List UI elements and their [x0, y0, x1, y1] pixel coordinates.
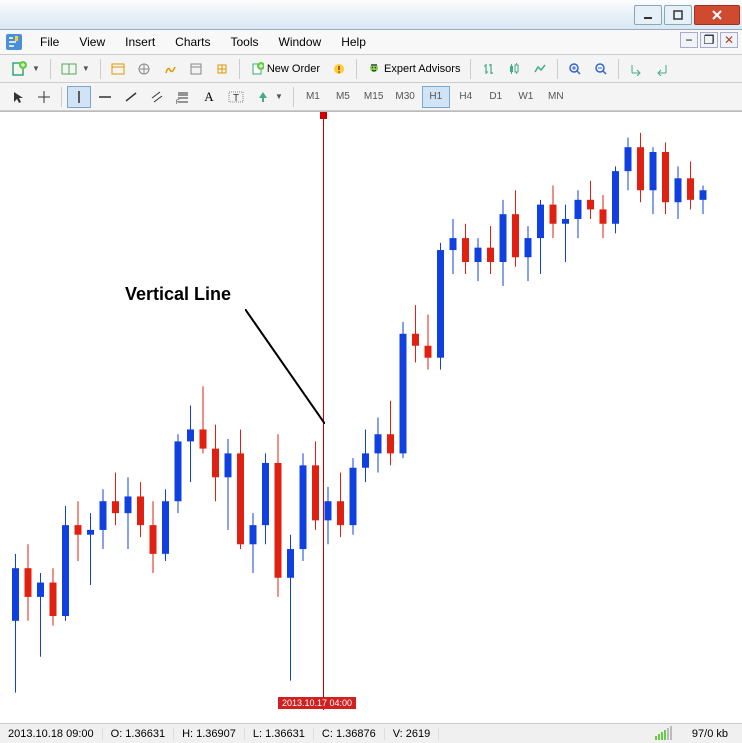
window-maximize-button[interactable]	[664, 5, 692, 25]
market-watch-button[interactable]	[106, 58, 130, 80]
equidistant-channel-button[interactable]	[145, 86, 169, 108]
vertical-line-object[interactable]	[323, 112, 324, 710]
navigator-button[interactable]	[132, 58, 156, 80]
strategy-tester-button[interactable]	[210, 58, 234, 80]
new-order-button[interactable]: New Order	[245, 58, 325, 80]
menu-window[interactable]: Window	[269, 33, 332, 51]
menu-charts[interactable]: Charts	[165, 33, 220, 51]
mdi-controls: − ❐ ✕	[680, 32, 738, 48]
menu-view[interactable]: View	[69, 33, 115, 51]
status-close: C: 1.36876	[314, 728, 385, 740]
toolbar-drawing: F A T ▼ M1 M5 M15 M30 H1 H4 D1 W1 MN	[0, 83, 742, 111]
annotation-text: Vertical Line	[125, 284, 231, 305]
status-high: H: 1.36907	[174, 728, 245, 740]
menu-insert[interactable]: Insert	[115, 33, 165, 51]
crosshair-button[interactable]	[32, 86, 56, 108]
connection-bars-icon	[655, 726, 672, 740]
vertical-line-date-label: 2013.10.17 04:00	[278, 697, 356, 709]
timeframe-d1-button[interactable]: D1	[482, 86, 510, 108]
app-icon	[4, 32, 24, 52]
expert-advisors-label: Expert Advisors	[384, 63, 460, 75]
zoom-out-button[interactable]	[589, 58, 613, 80]
status-low: L: 1.36631	[245, 728, 314, 740]
menu-bar: File View Insert Charts Tools Window Hel…	[0, 30, 742, 55]
menu-tools[interactable]: Tools	[221, 33, 269, 51]
timeframe-m30-button[interactable]: M30	[390, 86, 419, 108]
data-window-button[interactable]	[158, 58, 182, 80]
mdi-restore-button[interactable]: ❐	[700, 32, 718, 48]
timeframe-m15-button[interactable]: M15	[359, 86, 388, 108]
line-chart-button[interactable]	[528, 58, 552, 80]
mdi-close-button[interactable]: ✕	[720, 32, 738, 48]
status-open: O: 1.36631	[103, 728, 174, 740]
status-bar: 2013.10.18 09:00 O: 1.36631 H: 1.36907 L…	[0, 723, 742, 743]
trendline-button[interactable]	[119, 86, 143, 108]
toolbar-main: ▼ ▼ New Order Expert Advisors	[0, 55, 742, 83]
metaquotes-button[interactable]	[327, 58, 351, 80]
horizontal-line-button[interactable]	[93, 86, 117, 108]
zoom-in-button[interactable]	[563, 58, 587, 80]
new-chart-button[interactable]: ▼	[6, 58, 45, 80]
svg-text:T: T	[233, 93, 239, 104]
timeframe-h4-button[interactable]: H4	[452, 86, 480, 108]
chart-shift-button[interactable]	[650, 58, 674, 80]
window-title-bar	[0, 0, 742, 30]
text-label-button[interactable]: T	[223, 86, 249, 108]
window-minimize-button[interactable]	[634, 5, 662, 25]
cursor-button[interactable]	[6, 86, 30, 108]
auto-scroll-button[interactable]	[624, 58, 648, 80]
candle-chart-button[interactable]	[502, 58, 526, 80]
mdi-minimize-button[interactable]: −	[680, 32, 698, 48]
status-time: 2013.10.18 09:00	[0, 728, 103, 740]
svg-text:F: F	[176, 100, 180, 104]
vertical-line-button[interactable]	[67, 86, 91, 108]
expert-advisors-button[interactable]: Expert Advisors	[362, 58, 465, 80]
bar-chart-button[interactable]	[476, 58, 500, 80]
arrows-button[interactable]: ▼	[251, 86, 288, 108]
timeframe-m5-button[interactable]: M5	[329, 86, 357, 108]
text-button[interactable]: A	[197, 86, 221, 108]
timeframe-m1-button[interactable]: M1	[299, 86, 327, 108]
status-kb: 97/0 kb	[692, 728, 728, 740]
status-volume: V: 2619	[385, 728, 440, 740]
menu-help[interactable]: Help	[331, 33, 376, 51]
terminal-button[interactable]	[184, 58, 208, 80]
window-close-button[interactable]	[694, 5, 740, 25]
timeframe-h1-button[interactable]: H1	[422, 86, 450, 108]
vertical-line-handle[interactable]	[320, 112, 327, 119]
menu-file[interactable]: File	[30, 33, 69, 51]
profile-button[interactable]: ▼	[56, 58, 95, 80]
timeframe-w1-button[interactable]: W1	[512, 86, 540, 108]
candlestick-chart	[0, 112, 742, 723]
chart-area[interactable]: Vertical Line 2013.10.17 04:00	[0, 111, 742, 723]
fibonacci-button[interactable]: F	[171, 86, 195, 108]
new-order-label: New Order	[267, 63, 320, 75]
timeframe-mn-button[interactable]: MN	[542, 86, 570, 108]
